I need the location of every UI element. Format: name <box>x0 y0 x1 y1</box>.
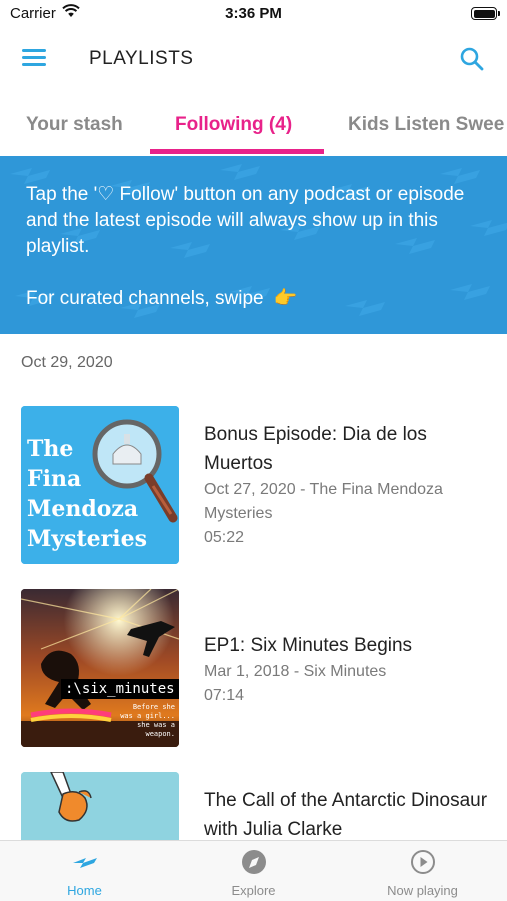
home-wave-icon <box>73 858 97 868</box>
episode-row[interactable]: :\six_minutes Before she was a girl... s… <box>0 589 507 749</box>
tab-kids-listen[interactable]: Kids Listen Swee <box>348 114 504 136</box>
art-text-line: Fina <box>27 466 82 492</box>
episode-info: EP1: Six Minutes Begins Mar 1, 2018 - Si… <box>204 631 494 708</box>
playlist-tabs: Your stash Following (4) Kids Listen Swe… <box>0 100 507 156</box>
app-header: PLAYLISTS <box>0 30 507 88</box>
tab-following[interactable]: Following (4) <box>175 114 292 136</box>
search-icon[interactable] <box>459 46 485 72</box>
episode-row[interactable]: The Fina Mendoza Mysteries Bonus Episode… <box>0 406 507 566</box>
episode-info: Bonus Episode: Dia de los Muertos Oct 27… <box>204 420 494 550</box>
episode-duration: 07:14 <box>204 687 245 704</box>
antarctic-dinosaur-cover-art <box>21 772 179 840</box>
banner-swipe-text: For curated channels, swipe <box>26 288 264 309</box>
nav-home-label: Home <box>67 883 102 898</box>
page-title: PLAYLISTS <box>89 48 194 69</box>
nav-explore[interactable]: Explore <box>169 841 338 901</box>
episode-title: EP1: Six Minutes Begins <box>204 635 413 656</box>
clock: 3:36 PM <box>225 5 282 22</box>
episode-duration: 05:22 <box>204 529 245 546</box>
nav-home[interactable]: Home <box>0 841 169 901</box>
tab-your-stash[interactable]: Your stash <box>26 114 123 136</box>
nav-now-playing-label: Now playing <box>387 883 458 898</box>
episode-artwork-six-minutes: :\six_minutes Before she was a girl... s… <box>21 589 179 747</box>
nav-explore-label: Explore <box>231 883 276 898</box>
banner-swipe-hint: For curated channels, swipe 👉 <box>26 286 486 312</box>
play-circle-icon <box>411 850 435 874</box>
episode-date-podcast: Mar 1, 2018 - Six Minutes <box>204 663 387 680</box>
art-text-line: Mysteries <box>27 526 148 552</box>
nav-now-playing[interactable]: Now playing <box>338 841 507 901</box>
compass-icon <box>242 850 266 874</box>
active-tab-indicator <box>150 149 324 154</box>
episode-artwork-antarctic-dinosaur <box>21 772 179 840</box>
status-bar: Carrier 3:36 PM <box>0 0 507 30</box>
banner-text: Tap the '♡ Follow' button on any podcast… <box>26 182 486 312</box>
bottom-tab-bar: Home Explore Now playing <box>0 840 507 901</box>
art-text-line: Mendoza <box>27 496 139 522</box>
six-minutes-tagline: Before she was a girl... she was a weapo… <box>120 703 175 738</box>
episode-info: The Call of the Antarctic Dinosaur with … <box>204 786 494 840</box>
episode-row[interactable]: The Call of the Antarctic Dinosaur with … <box>0 772 507 840</box>
art-text-line: The <box>27 436 74 462</box>
pointing-hand-icon: 👉 <box>273 288 298 309</box>
episode-date-podcast: Oct 27, 2020 - The Fina Mendoza Mysterie… <box>204 481 443 522</box>
banner-follow-instructions: Tap the '♡ Follow' button on any podcast… <box>26 184 465 257</box>
hamburger-menu-icon[interactable] <box>22 49 46 69</box>
episode-title: Bonus Episode: Dia de los Muertos <box>204 424 427 474</box>
episode-artwork-fina-mendoza: The Fina Mendoza Mysteries <box>21 406 179 564</box>
follow-info-banner: Tap the '♡ Follow' button on any podcast… <box>0 156 507 334</box>
section-date-header: Oct 29, 2020 <box>21 354 113 371</box>
battery-icon <box>471 7 500 20</box>
six-minutes-logo-text: :\six_minutes <box>61 679 179 699</box>
episode-title: The Call of the Antarctic Dinosaur with … <box>204 790 488 840</box>
